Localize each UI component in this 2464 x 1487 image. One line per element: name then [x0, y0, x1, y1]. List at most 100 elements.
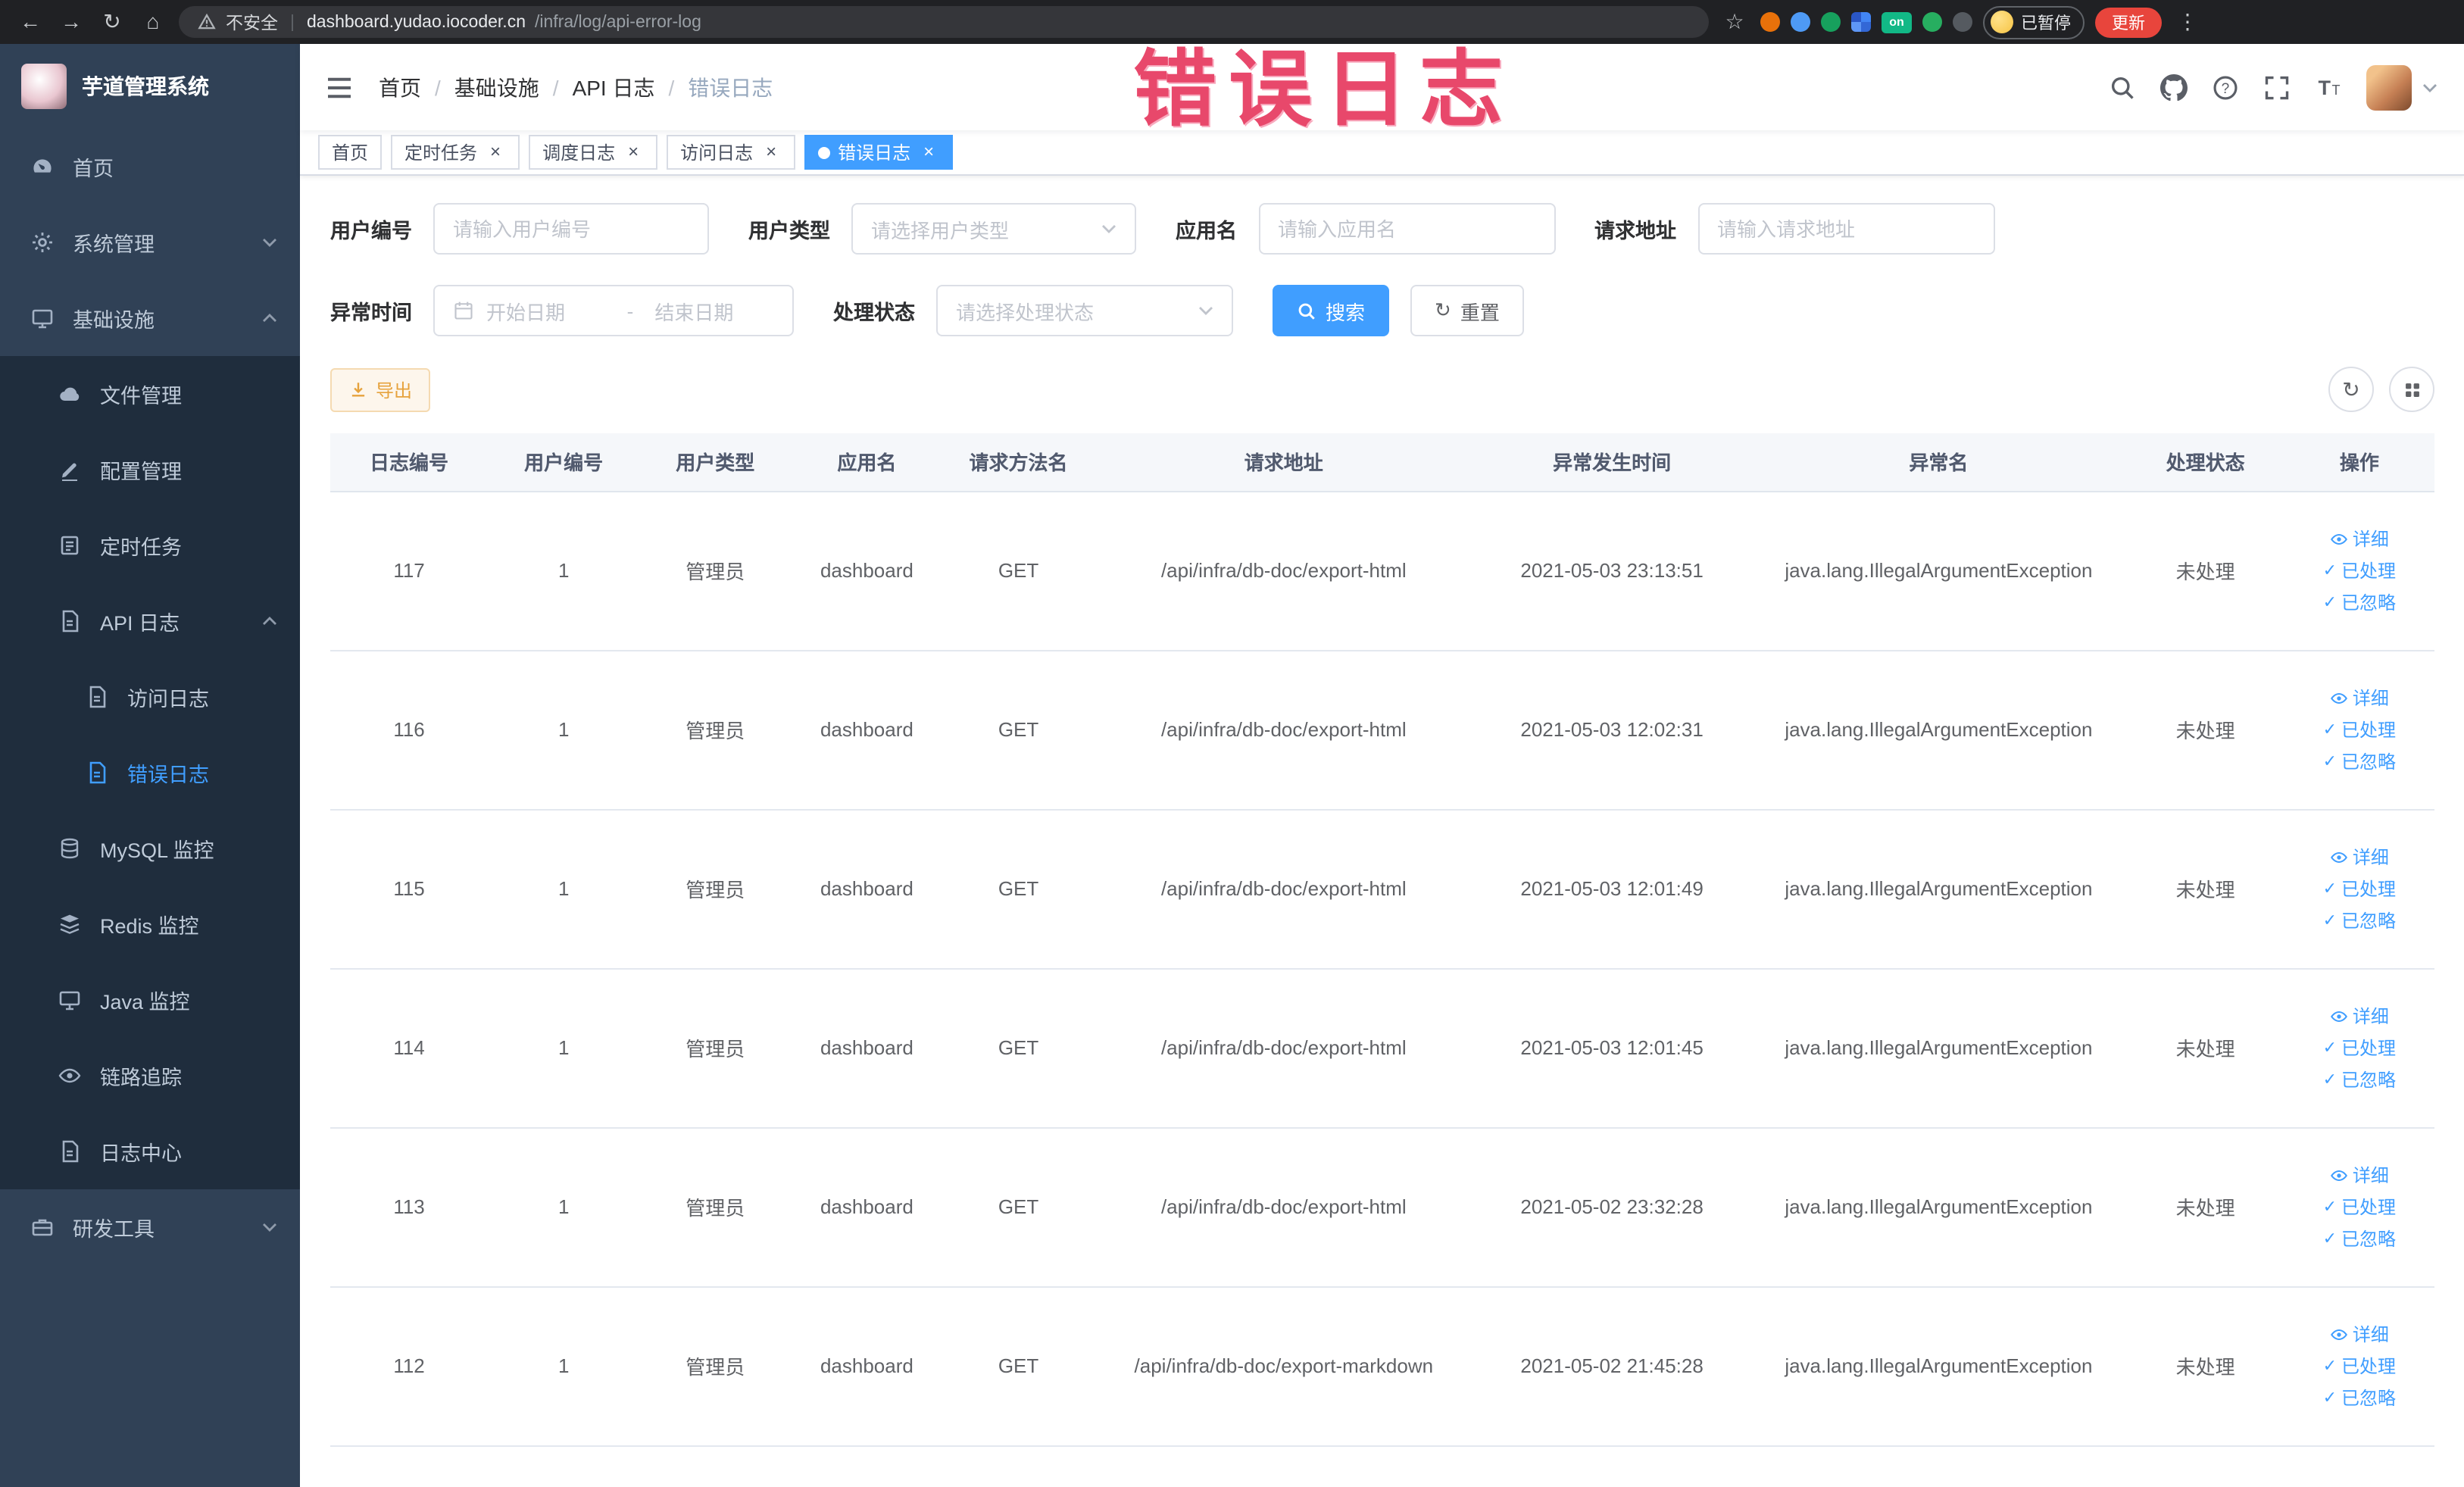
close-icon[interactable]: ×: [760, 141, 782, 163]
mark-ignored-link[interactable]: ✓ 已忽略: [2323, 1226, 2396, 1251]
github-icon[interactable]: [2160, 73, 2188, 101]
detail-link[interactable]: 详细: [2330, 844, 2389, 870]
sidebar-item-system-management[interactable]: 系统管理: [0, 205, 300, 280]
svg-text:T: T: [2332, 82, 2341, 97]
clipboard-icon: [58, 533, 82, 558]
columns-grid-icon: [2402, 380, 2422, 399]
tab-access-log[interactable]: 访问日志 ×: [667, 135, 796, 170]
export-button[interactable]: 导出: [330, 367, 431, 411]
table-toolbar: 导出 ↻: [330, 367, 2434, 412]
reset-button[interactable]: ↻ 重置: [1410, 285, 1524, 336]
sidebar-item-file-management[interactable]: 文件管理: [0, 356, 300, 432]
mark-ignored-link[interactable]: ✓ 已忽略: [2323, 1067, 2396, 1092]
font-size-icon[interactable]: TT: [2315, 73, 2342, 101]
request-url-input[interactable]: [1717, 217, 1975, 240]
url-path: /infra/log/api-error-log: [535, 13, 701, 31]
fullscreen-icon[interactable]: [2263, 73, 2291, 101]
sidebar-item-access-log[interactable]: 访问日志: [0, 659, 300, 735]
browser-update-button[interactable]: 更新: [2095, 7, 2162, 37]
detail-link[interactable]: 详细: [2330, 685, 2389, 711]
tab-home[interactable]: 首页: [318, 135, 383, 170]
sidebar-item-dev-tools[interactable]: 研发工具: [0, 1189, 300, 1265]
back-icon[interactable]: ←: [15, 0, 45, 44]
breadcrumb-item-home[interactable]: 首页: [379, 72, 421, 102]
user-id-input[interactable]: [453, 217, 689, 240]
search-button[interactable]: 搜索: [1273, 285, 1390, 336]
security-warning-icon[interactable]: [197, 12, 217, 32]
reload-icon[interactable]: ↻: [97, 0, 127, 44]
detail-label: 详细: [2352, 529, 2389, 550]
detail-link[interactable]: 详细: [2330, 526, 2389, 551]
mark-processed-link[interactable]: ✓ 已处理: [2323, 558, 2396, 583]
detail-link[interactable]: 详细: [2330, 1321, 2389, 1347]
detail-label: 详细: [2352, 1324, 2389, 1345]
url-domain: dashboard.yudao.iocoder.cn: [307, 13, 526, 31]
close-icon[interactable]: ×: [485, 141, 506, 163]
sidebar-item-infrastructure[interactable]: 基础设施: [0, 280, 300, 356]
sidebar-item-scheduled-jobs[interactable]: 定时任务: [0, 508, 300, 583]
column-settings-button[interactable]: [2389, 367, 2434, 412]
mark-processed-link[interactable]: ✓ 已处理: [2323, 876, 2396, 901]
mark-ignored-link[interactable]: ✓ 已忽略: [2323, 748, 2396, 774]
mark-processed-link[interactable]: ✓ 已处理: [2323, 717, 2396, 742]
extension-icon-on-badge[interactable]: on: [1882, 11, 1912, 33]
mark-processed-link[interactable]: ✓ 已处理: [2323, 1035, 2396, 1061]
table-row: 113 1 管理员 dashboard GET /api/infra/db-do…: [330, 1127, 2434, 1287]
svg-text:T: T: [2319, 76, 2331, 98]
sidebar-item-tracing[interactable]: 链路追踪: [0, 1038, 300, 1114]
extension-icon-leaf[interactable]: [1922, 12, 1942, 32]
ignored-label: 已忽略: [2341, 911, 2397, 932]
check-icon: ✓: [2322, 1230, 2338, 1248]
sidebar-item-error-log[interactable]: 错误日志: [0, 735, 300, 811]
sidebar-item-api-log[interactable]: API 日志: [0, 583, 300, 659]
user-type-select[interactable]: 请选择用户类型: [851, 203, 1136, 255]
breadcrumb-separator: /: [668, 75, 675, 99]
browser-menu-icon[interactable]: ⋮: [2172, 0, 2203, 44]
extension-icon-paw[interactable]: [1953, 12, 1972, 32]
tab-scheduled-jobs[interactable]: 定时任务 ×: [391, 135, 520, 170]
user-menu[interactable]: [2366, 64, 2437, 110]
app-name-input[interactable]: [1278, 217, 1535, 240]
tab-error-log[interactable]: 错误日志 ×: [804, 135, 954, 170]
exception-time-range-picker[interactable]: 开始日期 - 结束日期: [433, 285, 794, 336]
detail-link[interactable]: 详细: [2330, 1162, 2389, 1188]
tab-job-log[interactable]: 调度日志 ×: [529, 135, 658, 170]
mark-ignored-link[interactable]: ✓ 已忽略: [2323, 908, 2396, 933]
search-icon[interactable]: [2109, 73, 2136, 101]
cell-method: GET: [942, 1127, 1095, 1287]
breadcrumb-item-api-log[interactable]: API 日志: [573, 72, 655, 102]
refresh-table-button[interactable]: ↻: [2328, 367, 2374, 412]
sidebar-item-mysql-monitor[interactable]: MySQL 监控: [0, 811, 300, 886]
sidebar-logo[interactable]: 芋道管理系统: [0, 44, 300, 129]
sidebar-toggle-icon[interactable]: [324, 72, 354, 102]
cell-app: dashboard: [791, 968, 943, 1128]
mark-ignored-link[interactable]: ✓ 已忽略: [2323, 1385, 2396, 1410]
mark-ignored-link[interactable]: ✓ 已忽略: [2323, 589, 2396, 615]
sidebar-item-config-management[interactable]: 配置管理: [0, 432, 300, 508]
sidebar-item-java-monitor[interactable]: Java 监控: [0, 962, 300, 1038]
bookmark-star-icon[interactable]: ☆: [1719, 0, 1750, 44]
sidebar-item-log-center[interactable]: 日志中心: [0, 1114, 300, 1189]
close-icon[interactable]: ×: [623, 141, 644, 163]
browser-profile-chip[interactable]: 已暂停: [1983, 5, 2085, 39]
extension-icon-blue-grid[interactable]: [1851, 12, 1871, 32]
sidebar-item-home[interactable]: 首页: [0, 129, 300, 205]
mark-processed-link[interactable]: ✓ 已处理: [2323, 1194, 2396, 1220]
extension-icon-orange[interactable]: [1760, 12, 1780, 32]
forward-icon[interactable]: →: [56, 0, 86, 44]
eye-icon: [2330, 1325, 2348, 1343]
sidebar-item-redis-monitor[interactable]: Redis 监控: [0, 886, 300, 962]
process-status-select[interactable]: 请选择处理状态: [936, 285, 1233, 336]
detail-link[interactable]: 详细: [2330, 1003, 2389, 1029]
cell-exception: java.lang.IllegalArgumentException: [1750, 491, 2127, 651]
browser-home-icon[interactable]: ⌂: [138, 0, 168, 44]
mark-processed-link[interactable]: ✓ 已处理: [2323, 1353, 2396, 1379]
tab-label: 定时任务: [404, 142, 478, 164]
extension-icon-green-circle[interactable]: [1821, 12, 1841, 32]
breadcrumb-item-infrastructure[interactable]: 基础设施: [454, 72, 539, 102]
extension-icon-blue-drop[interactable]: [1791, 12, 1810, 32]
sidebar-item-label: 定时任务: [100, 536, 182, 559]
help-icon[interactable]: ?: [2212, 73, 2239, 101]
address-bar[interactable]: 不安全 | dashboard.yudao.iocoder.cn/infra/l…: [179, 6, 1709, 38]
close-icon[interactable]: ×: [918, 141, 939, 163]
